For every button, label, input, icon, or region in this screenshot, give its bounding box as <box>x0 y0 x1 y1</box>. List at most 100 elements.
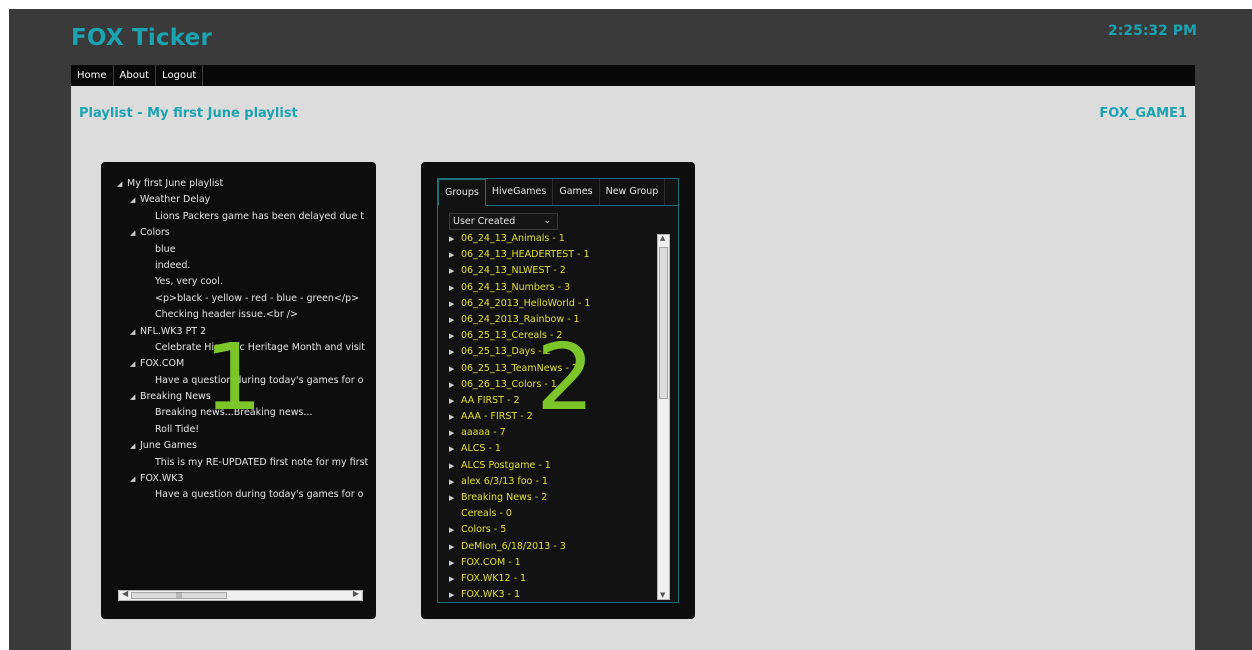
expanded-arrow-icon[interactable]: ◢ <box>130 389 140 405</box>
expanded-arrow-icon[interactable]: ◢ <box>130 438 140 454</box>
tab-new-group[interactable]: New Group <box>600 179 666 205</box>
tree-leaf[interactable]: Have a question during today's games for… <box>101 487 376 503</box>
group-list-item[interactable]: ▶ AAA - FIRST - 2 <box>449 409 655 425</box>
collapsed-arrow-icon[interactable]: ▶ <box>449 328 461 344</box>
tree-node-label: Celebrate Hispanic Heritage Month and vi… <box>155 341 366 353</box>
collapsed-arrow-icon[interactable]: ▶ <box>449 474 461 490</box>
app-title: FOX Ticker <box>71 25 213 51</box>
nav-about[interactable]: About <box>114 65 157 86</box>
tree-leaf[interactable]: Yes, very cool. <box>101 274 376 290</box>
tree-node-label: FOX.COM <box>140 358 185 370</box>
tree-leaf[interactable]: This is my RE-UPDATED first note for my … <box>101 455 376 471</box>
group-filter-select[interactable]: User Created ⌄ <box>449 213 558 230</box>
group-list-item[interactable]: ▶ ALCS - 1 <box>449 441 655 457</box>
collapsed-arrow-icon[interactable]: ▶ <box>449 344 461 360</box>
group-list-item[interactable]: ▶ ALCS Postgame - 1 <box>449 458 655 474</box>
playlist-tree: ◢ My first June playlist ◢ Weather Delay Lio… <box>101 176 376 586</box>
collapsed-arrow-icon[interactable]: ▶ <box>449 231 461 247</box>
tree-leaf[interactable]: Celebrate Hispanic Heritage Month and vi… <box>101 340 376 356</box>
collapsed-arrow-icon[interactable]: ▶ <box>449 587 461 603</box>
collapsed-arrow-icon[interactable]: ▶ <box>449 539 461 555</box>
collapsed-arrow-icon[interactable]: ▶ <box>449 571 461 587</box>
group-list-item[interactable]: ▶ 06_25_13_TeamNews - 2 <box>449 361 655 377</box>
tree-node-label: Weather Delay <box>140 194 211 206</box>
tree-leaf[interactable]: Have a question during today's games for… <box>101 373 376 389</box>
horizontal-scrollbar[interactable]: ◀ ||| ▶ <box>118 589 363 601</box>
collapsed-arrow-icon[interactable]: ▶ <box>449 247 461 263</box>
groups-panel: Groups HiveGames Games New Group User Cr… <box>421 162 695 619</box>
group-list-item[interactable]: ▶ 06_25_13_Cereals - 2 <box>449 328 655 344</box>
scroll-up-icon[interactable]: ▲ <box>660 234 665 242</box>
group-list-item[interactable]: ▶ FOX.WK12 - 1 <box>449 571 655 587</box>
collapsed-arrow-icon[interactable]: ▶ <box>449 393 461 409</box>
group-list-item[interactable]: ▶ Breaking News - 2 <box>449 490 655 506</box>
group-list-item[interactable]: ▶ 06_24_2013_HelloWorld - 1 <box>449 296 655 312</box>
collapsed-arrow-icon[interactable]: ▶ <box>449 441 461 457</box>
expanded-arrow-icon[interactable]: ◢ <box>130 225 140 241</box>
collapsed-arrow-icon[interactable]: ▶ <box>449 555 461 571</box>
group-list-item[interactable]: Cereals - 0 <box>449 506 655 522</box>
tree-node[interactable]: ◢ Breaking News <box>101 389 376 405</box>
collapsed-arrow-icon[interactable]: ▶ <box>449 377 461 393</box>
group-list-item[interactable]: ▶ 06_24_2013_Rainbow - 1 <box>449 312 655 328</box>
nav-home[interactable]: Home <box>71 65 114 86</box>
tree-node[interactable]: ◢ FOX.WK3 <box>101 471 376 487</box>
tree-leaf[interactable]: Checking header issue.<br /> <box>101 307 376 323</box>
scrollbar-thumb[interactable] <box>659 247 668 399</box>
group-list-item[interactable]: ▶ Colors - 5 <box>449 522 655 538</box>
tree-node-label: Have a question during today's games for… <box>155 489 364 501</box>
group-label: 06_24_13_HEADERTEST - 1 <box>461 249 590 261</box>
scroll-right-icon[interactable]: ▶ <box>353 589 359 598</box>
tree-node[interactable]: ◢ FOX.COM <box>101 356 376 372</box>
group-list: ▶ 06_24_13_Animals - 1 ▶ 06_24_13_HEADERTES… <box>449 231 655 603</box>
tree-leaf[interactable]: <p>black - yellow - red - blue - green</… <box>101 291 376 307</box>
tree-node[interactable]: ◢ Colors <box>101 225 376 241</box>
tree-leaf[interactable]: Breaking news...Breaking news... <box>101 405 376 421</box>
group-list-item[interactable]: ▶ 06_24_13_Animals - 1 <box>449 231 655 247</box>
expanded-arrow-icon[interactable]: ◢ <box>117 176 127 192</box>
tree-leaf[interactable]: Roll Tide! <box>101 422 376 438</box>
tree-leaf[interactable]: Lions Packers game has been delayed due … <box>101 209 376 225</box>
collapsed-arrow-icon[interactable]: ▶ <box>449 490 461 506</box>
group-list-item[interactable]: ▶ 06_26_13_Colors - 1 <box>449 377 655 393</box>
collapsed-arrow-icon[interactable]: ▶ <box>449 522 461 538</box>
collapsed-arrow-icon[interactable]: ▶ <box>449 312 461 328</box>
group-list-item[interactable]: ▶ 06_24_13_HEADERTEST - 1 <box>449 247 655 263</box>
group-list-item[interactable]: ▶ 06_24_13_Numbers - 3 <box>449 280 655 296</box>
group-list-item[interactable]: ▶ AA FIRST - 2 <box>449 393 655 409</box>
tree-node[interactable]: ◢ Weather Delay <box>101 192 376 208</box>
group-list-item[interactable]: ▶ 06_25_13_Days - 2 <box>449 344 655 360</box>
collapsed-arrow-icon[interactable]: ▶ <box>449 361 461 377</box>
scrollbar-thumb[interactable]: ||| <box>131 592 227 599</box>
tree-node[interactable]: ◢ June Games <box>101 438 376 454</box>
scroll-left-icon[interactable]: ◀ <box>122 589 128 598</box>
collapsed-arrow-icon[interactable]: ▶ <box>449 425 461 441</box>
tab-hivegames[interactable]: HiveGames <box>486 179 554 205</box>
tree-node[interactable]: ◢ My first June playlist <box>101 176 376 192</box>
collapsed-arrow-icon[interactable]: ▶ <box>449 458 461 474</box>
expanded-arrow-icon[interactable]: ◢ <box>130 356 140 372</box>
tree-node-label: Colors <box>140 227 170 239</box>
group-list-item[interactable]: ▶ aaaaa - 7 <box>449 425 655 441</box>
tab-groups[interactable]: Groups <box>438 179 486 206</box>
group-label: 06_24_13_Numbers - 3 <box>461 281 571 293</box>
group-list-item[interactable]: ▶ alex 6/3/13 foo - 1 <box>449 474 655 490</box>
collapsed-arrow-icon[interactable]: ▶ <box>449 296 461 312</box>
group-list-item[interactable]: ▶ FOX.WK3 - 1 <box>449 587 655 603</box>
nav-logout[interactable]: Logout <box>156 65 204 86</box>
collapsed-arrow-icon[interactable]: ▶ <box>449 280 461 296</box>
expanded-arrow-icon[interactable]: ◢ <box>130 192 140 208</box>
group-list-item[interactable]: ▶ FOX.COM - 1 <box>449 555 655 571</box>
tab-games[interactable]: Games <box>553 179 600 205</box>
vertical-scrollbar[interactable]: ▲ ▼ <box>657 234 670 600</box>
collapsed-arrow-icon[interactable]: ▶ <box>449 263 461 279</box>
expanded-arrow-icon[interactable]: ◢ <box>130 324 140 340</box>
scroll-down-icon[interactable]: ▼ <box>660 591 665 599</box>
group-list-item[interactable]: ▶ 06_24_13_NLWEST - 2 <box>449 263 655 279</box>
group-list-item[interactable]: ▶ DeMion_6/18/2013 - 3 <box>449 539 655 555</box>
tree-node[interactable]: ◢ NFL.WK3 PT 2 <box>101 324 376 340</box>
tree-leaf[interactable]: blue <box>101 242 376 258</box>
tree-leaf[interactable]: indeed. <box>101 258 376 274</box>
collapsed-arrow-icon[interactable]: ▶ <box>449 409 461 425</box>
expanded-arrow-icon[interactable]: ◢ <box>130 471 140 487</box>
